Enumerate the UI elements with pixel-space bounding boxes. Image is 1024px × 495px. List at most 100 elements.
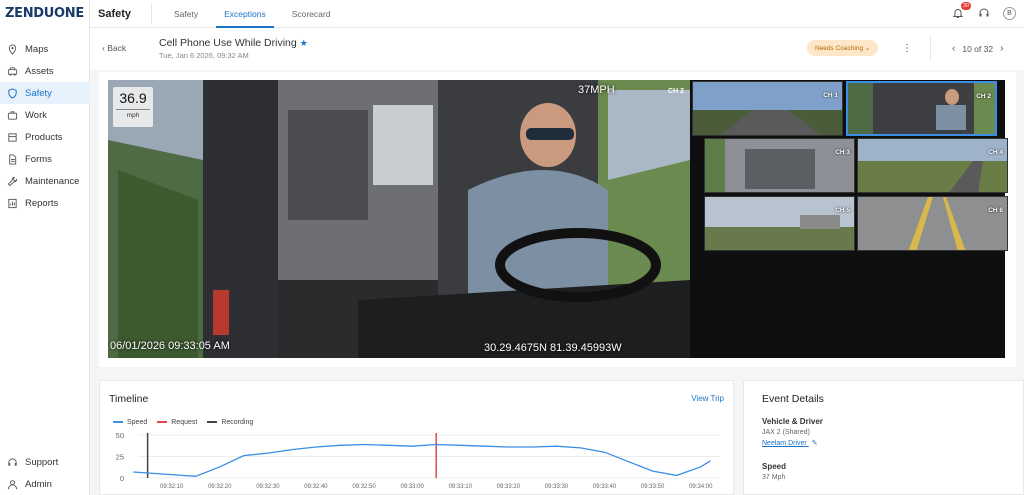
side-camera-image: [858, 139, 1007, 192]
tab-safety[interactable]: Safety: [166, 0, 206, 28]
box-icon: [6, 131, 18, 143]
x-tick-label: 09:33:50: [641, 484, 665, 490]
star-icon[interactable]: ★: [300, 38, 308, 48]
driver-link[interactable]: Neelam Driver ✎: [762, 439, 818, 447]
thumb-label: CH 6: [988, 207, 1003, 214]
event-title-row: Cell Phone Use While Driving ★: [159, 37, 308, 49]
car-icon: [6, 65, 18, 77]
sidebar-item-assets[interactable]: Assets: [0, 60, 90, 82]
header-actions: 30 B: [951, 2, 1016, 20]
event-details-card: Event Details Vehicle & Driver JAX 2 (Sh…: [743, 380, 1024, 495]
speed-series-line: [133, 443, 711, 477]
x-tick-label: 09:33:20: [497, 484, 521, 490]
report-icon: [6, 197, 18, 209]
sidebar-item-support[interactable]: Support: [0, 451, 90, 473]
y-tick-label: 25: [116, 453, 124, 462]
sidebar-item-label: Work: [25, 109, 47, 121]
details-title: Event Details: [762, 393, 824, 405]
sidebar-item-work[interactable]: Work: [0, 104, 90, 126]
x-tick-label: 09:32:20: [208, 484, 232, 490]
sidebar-item-label: Support: [25, 456, 59, 468]
camera-thumbnails: CH 1 CH 2 CH 3 CH 4 CH 5 CH 6: [690, 80, 1008, 358]
x-tick-label: 09:33:30: [545, 484, 569, 490]
sidebar-nav: Maps Assets Safety Work Products Forms M…: [0, 38, 90, 214]
y-tick-label: 0: [120, 474, 124, 483]
thumb-label: CH 4: [988, 149, 1003, 156]
y-tick-label: 50: [116, 431, 124, 440]
side-camera-image: [705, 197, 854, 250]
thumb-label: CH 5: [835, 207, 850, 214]
sidebar-item-label: Safety: [25, 87, 52, 99]
headset-icon: [6, 456, 18, 468]
wrench-icon: [6, 175, 18, 187]
event-header: ‹ Back Cell Phone Use While Driving ★ Tue…: [90, 28, 1024, 70]
next-event-button[interactable]: ›: [1000, 43, 1003, 54]
timeline-card: Timeline View Trip Speed Request Recordi…: [99, 380, 734, 495]
legend-label: Recording: [221, 419, 254, 426]
app-title: Safety: [98, 8, 132, 20]
video-card: 36.9 mph 37MPH CH 2 06/01/2026 09:33:05 …: [99, 72, 1016, 367]
legend-request: Request: [157, 419, 197, 426]
view-trip-link[interactable]: View Trip: [691, 394, 724, 403]
camera-thumb-ch4[interactable]: CH 4: [857, 138, 1008, 193]
camera-thumb-ch6[interactable]: CH 6: [857, 196, 1008, 251]
thumb-label: CH 3: [835, 149, 850, 156]
sidebar-bottom: Support Admin: [0, 451, 90, 495]
headset-icon: [979, 8, 989, 17]
sidebar-item-safety[interactable]: Safety: [0, 82, 90, 104]
tab-scorecard[interactable]: Scorecard: [284, 0, 339, 28]
x-tick-label: 09:32:40: [304, 484, 328, 490]
shield-icon: [6, 87, 18, 99]
sidebar-item-maintenance[interactable]: Maintenance: [0, 170, 90, 192]
cabin-camera-image: [108, 80, 690, 358]
prev-event-button[interactable]: ‹: [952, 43, 955, 54]
person-icon: [6, 478, 18, 490]
speed-unit: mph: [116, 109, 150, 119]
sidebar-item-forms[interactable]: Forms: [0, 148, 90, 170]
notification-bell-button[interactable]: 30: [951, 2, 971, 20]
camera-thumb-ch5[interactable]: CH 5: [704, 196, 855, 251]
sidebar-item-reports[interactable]: Reports: [0, 192, 90, 214]
x-tick-label: 09:32:50: [352, 484, 376, 490]
rear-camera-image: [858, 197, 1007, 250]
support-button[interactable]: [977, 6, 991, 20]
road-camera-image: [693, 82, 842, 135]
vehicle-driver-label: Vehicle & Driver: [762, 417, 823, 426]
speed-timeline-chart[interactable]: 0 25 50 09:32:10 09:32:20 09:32:30 09:32:40 09:…: [100, 427, 733, 495]
legend-label: Request: [171, 419, 198, 426]
legend-speed: Speed: [113, 419, 147, 426]
camera-thumb-ch3[interactable]: CH 3: [704, 138, 855, 193]
status-badge: Needs Coaching: [815, 45, 864, 52]
speed-readout: 36.9 mph: [113, 87, 153, 127]
document-icon: [6, 153, 18, 165]
back-label: Back: [107, 43, 127, 53]
more-options-icon[interactable]: ⋮: [902, 43, 912, 54]
tab-exceptions[interactable]: Exceptions: [216, 0, 274, 28]
back-button[interactable]: ‹ Back: [102, 43, 126, 53]
sidebar-item-maps[interactable]: Maps: [0, 38, 90, 60]
status-dropdown[interactable]: Needs Coaching ⌄: [807, 40, 879, 56]
x-tick-label: 09:33:40: [593, 484, 617, 490]
x-tick-label: 09:34:00: [689, 484, 713, 490]
sidebar-item-products[interactable]: Products: [0, 126, 90, 148]
sidebar-item-label: Maps: [25, 43, 49, 55]
sidebar-item-label: Admin: [25, 478, 52, 490]
tab-bar: Safety Exceptions Scorecard: [166, 0, 348, 28]
timeline-title: Timeline: [109, 393, 149, 405]
camera-thumb-ch1[interactable]: CH 1: [692, 81, 843, 136]
sidebar-item-admin[interactable]: Admin: [0, 473, 90, 495]
main-video-player[interactable]: 36.9 mph 37MPH CH 2 06/01/2026 09:33:05 …: [108, 80, 690, 358]
camera-thumb-ch2[interactable]: CH 2: [846, 81, 997, 136]
x-tick-label: 09:32:10: [160, 484, 184, 490]
cabin-camera-image: [848, 83, 995, 134]
page-title: Cell Phone Use While Driving: [159, 37, 297, 49]
avatar[interactable]: B: [1003, 6, 1016, 20]
sidebar-item-label: Forms: [25, 153, 52, 165]
x-tick-label: 09:33:00: [400, 484, 424, 490]
briefcase-icon: [6, 109, 18, 121]
map-pin-icon: [6, 43, 18, 55]
edit-icon[interactable]: ✎: [812, 439, 818, 447]
driver-name: Neelam Driver: [762, 440, 807, 447]
pager-divider: [930, 36, 931, 60]
header-divider: [151, 4, 152, 24]
